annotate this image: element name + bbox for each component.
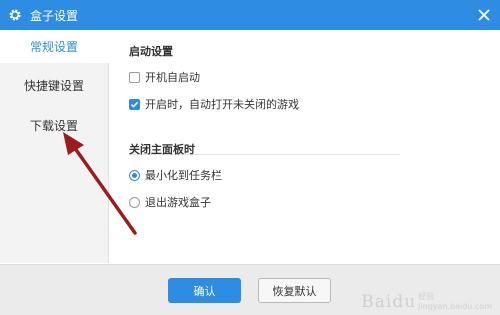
window-title: 盒子设置 [30,8,79,23]
gear-icon [8,8,22,22]
reopen-games-label: 开启时，自动打开未关闭的游戏 [145,98,299,111]
settings-panel: 启动设置 开机自启动 开启时，自动打开未关闭的游戏 关闭主面板时 最小化到任务栏… [109,30,500,263]
watermark-subtext: 经验 jingyan.baidu.com [418,292,492,312]
checkbox-checked-icon [129,98,140,110]
exit-game-box-label: 退出游戏盒子 [145,196,211,209]
minimize-to-taskbar-label: 最小化到任务栏 [145,169,222,182]
restore-defaults-button[interactable]: 恢复默认 [258,278,331,303]
baidu-jingyan-watermark: Baidu 经验 jingyan.baidu.com [361,292,492,312]
autostart-label: 开机自启动 [145,71,200,84]
close-icon[interactable] [476,7,492,23]
sidebar-item-hotkeys[interactable]: 快捷键设置 [0,77,108,94]
watermark-logo-text: Baidu [361,292,417,312]
title-bar: 盒子设置 [0,0,500,30]
confirm-button[interactable]: 确认 [168,278,241,303]
sidebar-item-download[interactable]: 下载设置 [0,117,108,134]
sidebar-item-general[interactable]: 常规设置 [0,38,108,55]
reopen-games-checkbox[interactable]: 开启时，自动打开未关闭的游戏 [129,96,299,112]
radio-selected-icon [129,169,140,181]
close-panel-section-title: 关闭主面板时 [129,143,195,156]
autostart-checkbox[interactable]: 开机自启动 [129,69,200,85]
checkbox-unchecked-icon [129,71,140,83]
watermark-sub-line1: 经验 [418,292,435,301]
exit-game-box-radio[interactable]: 退出游戏盒子 [129,194,211,210]
settings-sidebar: 常规设置 快捷键设置 下载设置 [0,30,109,263]
sidebar-item-label: 常规设置 [29,40,78,54]
watermark-sub-line2: jingyan.baidu.com [418,302,492,311]
sidebar-item-label: 快捷键设置 [23,79,84,93]
startup-section-title: 启动设置 [129,45,173,58]
sidebar-item-label: 下载设置 [29,119,78,133]
radio-unselected-icon [129,196,140,208]
minimize-to-taskbar-radio[interactable]: 最小化到任务栏 [129,167,222,183]
